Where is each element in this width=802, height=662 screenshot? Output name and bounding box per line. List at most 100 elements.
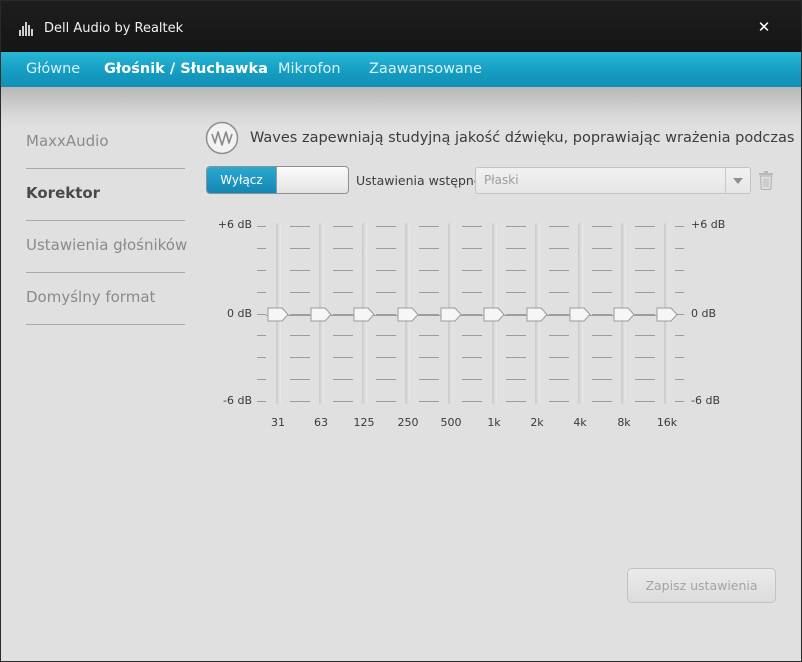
eq-slider-thumb[interactable] — [353, 307, 375, 322]
eq-band-freq-label: 63 — [314, 416, 328, 429]
eq-slider-thumb[interactable] — [397, 307, 419, 322]
grid-dash — [549, 292, 569, 293]
grid-dash — [462, 335, 482, 336]
grid-dash — [376, 226, 396, 227]
grid-dash — [376, 248, 396, 249]
grid-dash — [290, 270, 310, 271]
grid-dash — [549, 226, 569, 227]
tab-glosnik-sluchawka[interactable]: Głośnik / Słuchawka — [104, 61, 268, 77]
sidebar-item-maxxaudio[interactable]: MaxxAudio — [26, 132, 109, 150]
grid-dash — [549, 270, 569, 271]
eq-slider-thumb[interactable] — [267, 307, 289, 322]
close-icon[interactable]: ✕ — [753, 16, 775, 38]
eq-band-freq-label: 500 — [440, 416, 462, 429]
scale-tick — [257, 357, 266, 358]
sidebar-item-ustawienia-glosnikow[interactable]: Ustawienia głośników — [26, 236, 187, 254]
eq-band-freq-label: 1k — [487, 416, 501, 429]
grid-dash — [462, 270, 482, 271]
grid-dash — [592, 335, 612, 336]
grid-dash — [419, 292, 439, 293]
eq-slider-thumb[interactable] — [526, 307, 548, 322]
grid-dash — [290, 379, 310, 380]
toggle-divider — [276, 167, 277, 193]
tab-zaawansowane[interactable]: Zaawansowane — [369, 61, 482, 77]
eq-slider-thumb[interactable] — [569, 307, 591, 322]
scale-tick — [675, 248, 684, 249]
sidebar-divider — [26, 272, 185, 273]
eq-slider-thumb[interactable] — [613, 307, 635, 322]
scale-tick — [675, 379, 684, 380]
scale-tick — [257, 335, 266, 336]
eq-slider-thumb[interactable] — [440, 307, 462, 322]
grid-dash — [462, 292, 482, 293]
preset-value: Płaski — [484, 173, 519, 187]
grid-dash — [549, 379, 569, 380]
grid-dash — [549, 248, 569, 249]
tab-bar: Główne Głośnik / Słuchawka Mikrofon Zaaw… — [1, 52, 801, 87]
grid-dash — [592, 292, 612, 293]
eq-band-freq-label: 8k — [617, 416, 631, 429]
scale-tick — [675, 226, 684, 227]
eq-band-freq-label: 16k — [656, 416, 678, 429]
title-bar: Dell Audio by Realtek ✕ — [1, 1, 801, 52]
sidebar-item-korektor[interactable]: Korektor — [26, 184, 100, 202]
grid-dash — [376, 357, 396, 358]
scale-tick — [257, 379, 266, 380]
scale-left-top: +6 dB — [217, 218, 252, 231]
grid-dash — [635, 335, 655, 336]
eq-band-freq-label: 125 — [353, 416, 375, 429]
preset-label: Ustawienia wstępne — [356, 173, 482, 188]
scale-left-bottom: -6 dB — [223, 394, 252, 407]
grid-dash — [333, 379, 353, 380]
scale-tick — [675, 401, 684, 402]
sidebar-divider — [26, 220, 185, 221]
scale-tick — [675, 292, 684, 293]
grid-dash — [462, 401, 482, 402]
grid-dash — [506, 335, 526, 336]
grid-dash — [376, 335, 396, 336]
grid-dash — [462, 226, 482, 227]
grid-dash — [506, 357, 526, 358]
grid-dash — [635, 401, 655, 402]
eq-band-freq-label: 4k — [573, 416, 587, 429]
chevron-down-icon — [733, 178, 743, 184]
toggle-off-label[interactable]: Wyłącz — [207, 167, 276, 193]
grid-dash — [549, 357, 569, 358]
sidebar-item-domyslny-format[interactable]: Domyślny format — [26, 288, 155, 306]
trash-icon[interactable] — [758, 171, 774, 190]
grid-dash — [592, 401, 612, 402]
scale-tick — [257, 401, 266, 402]
sidebar-divider — [26, 168, 185, 169]
eq-band-freq-label: 2k — [530, 416, 544, 429]
sidebar-divider — [26, 324, 185, 325]
grid-dash — [592, 357, 612, 358]
eq-band-freq-label: 250 — [397, 416, 419, 429]
grid-dash — [290, 357, 310, 358]
scale-right-bottom: -6 dB — [691, 394, 720, 407]
grid-dash — [592, 379, 612, 380]
scale-right-mid: 0 dB — [691, 307, 717, 320]
grid-dash — [549, 401, 569, 402]
korektor-toggle-switch[interactable]: Wyłącz — [206, 166, 349, 194]
grid-dash — [506, 292, 526, 293]
grid-dash — [376, 270, 396, 271]
save-settings-button[interactable]: Zapisz ustawienia — [627, 568, 776, 603]
app-audio-icon — [19, 22, 33, 36]
eq-slider-thumb[interactable] — [310, 307, 332, 322]
grid-dash — [333, 226, 353, 227]
grid-dash — [462, 357, 482, 358]
grid-dash — [419, 270, 439, 271]
waves-logo-icon — [205, 121, 239, 155]
grid-dash — [549, 335, 569, 336]
eq-slider-thumb[interactable] — [656, 307, 678, 322]
tab-mikrofon[interactable]: Mikrofon — [278, 61, 341, 77]
preset-dropdown[interactable]: Płaski — [475, 167, 751, 194]
eq-slider-thumb[interactable] — [483, 307, 505, 322]
grid-dash — [592, 226, 612, 227]
grid-dash — [333, 292, 353, 293]
scale-right-top: +6 dB — [691, 218, 726, 231]
scale-tick — [257, 270, 266, 271]
preset-dropdown-button[interactable] — [725, 168, 750, 193]
tab-glowne[interactable]: Główne — [26, 61, 80, 77]
grid-dash — [635, 357, 655, 358]
